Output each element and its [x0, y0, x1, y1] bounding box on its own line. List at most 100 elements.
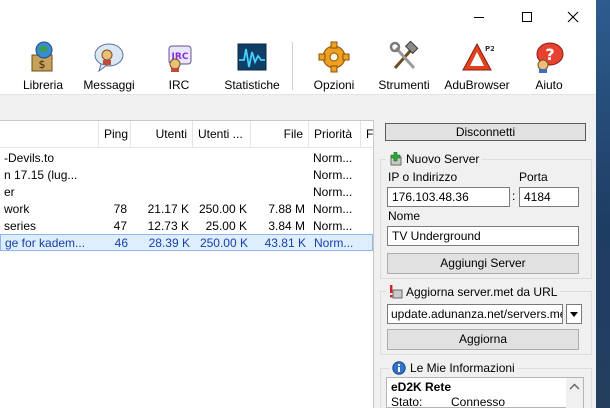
column-header-name[interactable] — [0, 121, 99, 147]
title-bar — [0, 0, 596, 36]
table-row[interactable]: er Norm... — [0, 184, 373, 201]
table-row[interactable]: work 78 21.17 K 250.00 K 7.88 M Norm... — [0, 201, 373, 218]
cell-max-users: 250.00 K — [199, 236, 248, 250]
tools-icon — [389, 40, 419, 70]
cell-ping: 47 — [113, 219, 127, 233]
toolbar-tools-button[interactable]: Strumenti — [372, 36, 436, 94]
update-servermet-title-text: Aggiorna server.met da URL — [406, 285, 558, 299]
cell-ping — [99, 150, 131, 167]
column-header-f[interactable]: F — [361, 121, 373, 147]
add-server-button[interactable]: Aggiungi Server — [387, 253, 579, 274]
toolbar-separator — [292, 42, 293, 90]
cell-priority: Norm... — [313, 219, 353, 233]
cell-name: -Devils.to — [4, 151, 55, 165]
port-input[interactable]: 4184 — [519, 187, 579, 207]
toolbar-tools-label: Strumenti — [378, 78, 430, 92]
server-list[interactable]: Ping Utenti Utenti ... File Priorità F -… — [0, 120, 374, 408]
cell-users — [131, 150, 193, 167]
cell-users: 21.17 K — [147, 202, 189, 216]
ip-port-separator: : — [512, 189, 516, 203]
cell-name: ge for kadem... — [5, 236, 86, 250]
cell-max-users — [193, 167, 251, 184]
close-button[interactable] — [550, 0, 596, 34]
cell-max-users — [193, 150, 251, 167]
my-info-title-text: Le Mie Informazioni — [410, 361, 515, 375]
table-row-selected[interactable]: ge for kadem... 46 28.39 K 250.00 K 43.8… — [0, 234, 373, 251]
add-server-icon — [390, 152, 402, 166]
cell-priority: Norm... — [314, 236, 354, 250]
statistics-icon — [237, 43, 267, 71]
column-header-priority[interactable]: Priorità — [309, 121, 361, 147]
server-name-input[interactable]: TV Underground — [387, 226, 579, 246]
servermet-url-input[interactable]: update.adunanza.net/servers.met — [387, 304, 563, 324]
svg-text:P2P: P2P — [485, 45, 494, 53]
adubrowser-icon: P2P — [462, 42, 494, 71]
cell-ping: 78 — [113, 202, 127, 216]
cell-priority: Norm... — [313, 151, 353, 165]
ip-input[interactable]: 176.103.48.36 — [387, 187, 510, 207]
toolbar-adubrowser-button[interactable]: P2P AduBrowser — [442, 36, 512, 94]
cell-files: 7.88 M — [268, 202, 305, 216]
toolbar-help-button[interactable]: ? Aiuto — [520, 36, 578, 94]
column-header-max-users[interactable]: Utenti ... — [193, 121, 251, 147]
cell-users — [131, 167, 193, 184]
toolbar-options-button[interactable]: Opzioni — [305, 36, 363, 94]
maximize-icon — [522, 12, 532, 22]
cell-users: 28.39 K — [148, 236, 190, 250]
column-header-files[interactable]: File — [251, 121, 309, 147]
toolbar-adubrowser-label: AduBrowser — [444, 78, 510, 92]
column-header-users[interactable]: Utenti — [131, 121, 193, 147]
toolbar-statistics-label: Statistiche — [224, 78, 280, 92]
minimize-button[interactable] — [456, 0, 502, 34]
disconnect-button[interactable]: Disconnetti — [385, 123, 586, 141]
emule-window: $ Libreria Messaggi IRC IRC Statistiche … — [0, 0, 596, 408]
cell-files — [251, 150, 309, 167]
toolbar-statistics-button[interactable]: Statistiche — [220, 36, 284, 94]
new-server-title: Nuovo Server — [386, 151, 483, 167]
toolbar-irc-button[interactable]: IRC IRC — [150, 36, 208, 94]
cell-name: n 17.15 (lug... — [4, 168, 78, 182]
cell-max-users — [193, 184, 251, 201]
update-server-icon — [390, 285, 403, 299]
cell-max-users: 250.00 K — [198, 202, 247, 216]
maximize-button[interactable] — [504, 0, 550, 34]
toolbar-library-button[interactable]: $ Libreria — [14, 36, 72, 94]
cell-files: 3.84 M — [268, 219, 305, 233]
help-icon: ? — [536, 42, 564, 73]
table-row[interactable]: n 17.15 (lug... Norm... — [0, 167, 373, 184]
cell-files — [251, 184, 309, 201]
port-label: Porta — [519, 170, 548, 184]
my-info-box: eD2K Rete Stato: Connesso — [386, 377, 584, 408]
cell-name: work — [4, 202, 30, 216]
my-info-title: Le Mie Informazioni — [389, 360, 518, 376]
cell-name: series — [4, 219, 37, 233]
url-dropdown-button[interactable] — [566, 304, 582, 324]
library-icon: $ — [31, 41, 53, 72]
cell-ping — [99, 184, 131, 201]
cell-files: 43.81 K — [264, 236, 306, 250]
update-servermet-title: Aggiorna server.met da URL — [386, 284, 561, 300]
table-row[interactable]: series 47 12.73 K 25.00 K 3.84 M Norm... — [0, 218, 373, 235]
update-servermet-button[interactable]: Aggiorna — [387, 329, 579, 350]
cell-max-users: 25.00 K — [205, 219, 247, 233]
cell-files — [251, 167, 309, 184]
cell-priority: Norm... — [313, 168, 353, 182]
cell-users: 12.73 K — [147, 219, 189, 233]
ed2k-network-heading: eD2K Rete — [391, 380, 452, 394]
minimize-icon — [474, 17, 484, 18]
info-scrollbar[interactable] — [566, 378, 583, 408]
toolbar-messages-label: Messaggi — [83, 78, 135, 92]
svg-text:$: $ — [39, 58, 46, 71]
scroll-up-icon[interactable] — [566, 380, 583, 394]
cell-name: er — [4, 185, 15, 199]
name-label: Nome — [388, 209, 421, 223]
column-header-ping[interactable]: Ping — [99, 121, 131, 147]
toolbar-messages-button[interactable]: Messaggi — [80, 36, 138, 94]
main-toolbar: $ Libreria Messaggi IRC IRC Statistiche … — [0, 36, 596, 94]
ip-label: IP o Indirizzo — [388, 170, 458, 184]
cell-ping: 46 — [114, 236, 128, 250]
table-row[interactable]: -Devils.to Norm... — [0, 150, 373, 167]
status-label: Stato: — [391, 395, 423, 408]
cell-users — [131, 184, 193, 201]
cell-ping — [99, 167, 131, 184]
